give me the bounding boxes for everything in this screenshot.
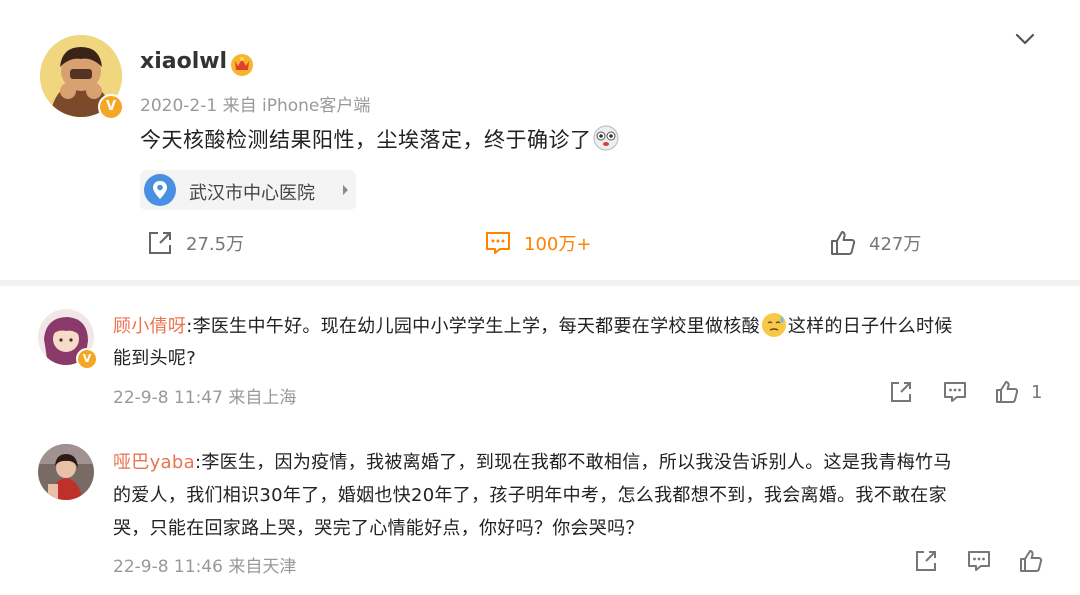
chevron-down-icon[interactable]: [1014, 30, 1036, 48]
avatar[interactable]: [38, 444, 94, 500]
comment-icon[interactable]: [966, 548, 992, 574]
comment-author[interactable]: 顾小倩呀: [113, 316, 186, 337]
share-icon: [149, 232, 171, 254]
stars-eyes-emoji: [593, 125, 618, 151]
comment-text-line: 哭，只能在回家路上哭，哭完了心情能好点，你好吗？你会哭吗？: [113, 518, 644, 539]
crown-icon: [231, 54, 253, 76]
post-card: V xiaolwl 2020-2-1 来自 iPhone客户端 今天核酸检测结果…: [0, 0, 1080, 280]
like-icon[interactable]: [994, 379, 1020, 405]
comment-text: :李医生中午好。现在幼儿园中小学学生上学，每天都要在学校里做核酸: [186, 316, 760, 337]
username[interactable]: xiaolwl: [140, 49, 227, 74]
like-button[interactable]: 427万: [829, 228, 921, 258]
comment-text-line: 能到头呢?: [113, 348, 197, 369]
location-label[interactable]: 武汉市中心医院: [189, 179, 315, 205]
location-icon: [144, 174, 176, 206]
comment-meta: 22-9-8 11:47 来自上海: [113, 388, 297, 408]
comment-text-line: 的爱人，我们相识30年了，婚姻也快20年了，孩子明年中考，怎么我都想不到，我会离…: [113, 485, 947, 506]
location-arrow-icon: [343, 185, 348, 195]
verified-badge: V: [98, 94, 124, 120]
comment-text: :李医生，因为疫情，我被离婚了，到现在我都不敢相信，所以我没告诉别人。这是我青梅…: [194, 452, 952, 473]
comment-text-line: 顾小倩呀:李医生中午好。现在幼儿园中小学学生上学，每天都要在学校里做核酸 这样的…: [113, 312, 953, 338]
share-count: 27.5万: [186, 234, 245, 255]
like-count: 427万: [869, 234, 922, 255]
avatar-image: [38, 444, 94, 500]
sweat-emoji: [761, 313, 786, 337]
comment-icon[interactable]: [942, 379, 968, 405]
comment-meta: 22-9-8 11:46 来自天津: [113, 557, 297, 577]
comment-count: 100万+: [524, 234, 592, 255]
share-button[interactable]: 27.5万: [146, 228, 244, 258]
share-icon[interactable]: [913, 548, 939, 574]
share-icon[interactable]: [888, 379, 914, 405]
comment-text-line: 哑巴yaba:李医生，因为疫情，我被离婚了，到现在我都不敢相信，所以我没告诉别人…: [113, 448, 952, 474]
comment-text: 这样的日子什么时候: [787, 316, 953, 337]
comment-author[interactable]: 哑巴yaba: [113, 452, 195, 473]
like-icon: [831, 231, 856, 255]
comment-list: V 顾小倩呀:李医生中午好。现在幼儿园中小学学生上学，每天都要在学校里做核酸 这…: [0, 286, 1080, 595]
verified-badge: V: [76, 348, 98, 370]
comment-button[interactable]: 100万+: [484, 228, 591, 258]
post-text-body: 今天核酸检测结果阳性，尘埃落定，终于确诊了: [140, 128, 592, 152]
comment-icon: [486, 232, 510, 254]
like-icon[interactable]: [1018, 548, 1044, 574]
comment-like-count: 1: [1031, 382, 1043, 403]
post-text: 今天核酸检测结果阳性，尘埃落定，终于确诊了: [140, 124, 620, 154]
post-meta: 2020-2-1 来自 iPhone客户端: [140, 96, 371, 116]
